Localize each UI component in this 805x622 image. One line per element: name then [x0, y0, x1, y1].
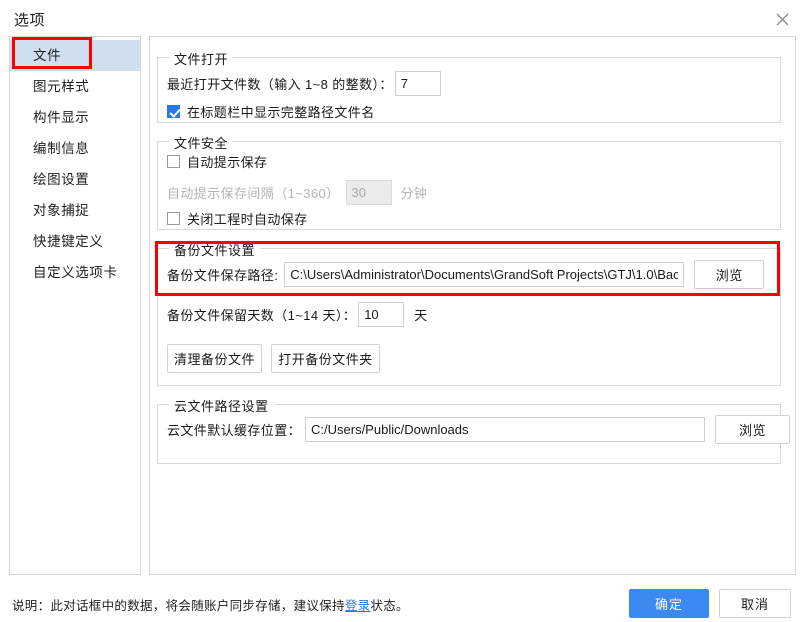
recent-files-label: 最近打开文件数（输入 1~8 的整数）： [167, 77, 393, 92]
cloud-cache-input[interactable] [305, 417, 706, 442]
recent-files-row: 最近打开文件数（输入 1~8 的整数）： [167, 71, 441, 96]
sidebar-item-compile-info[interactable]: 编制信息 [10, 133, 140, 164]
sidebar-item-object-snap[interactable]: 对象捕捉 [10, 195, 140, 226]
autosave-interval-unit: 分钟 [400, 186, 428, 201]
autosave-interval-row: 自动提示保存间隔（1~360） 分钟 [167, 180, 427, 205]
group-backup-legend: 备份文件设置 [169, 240, 261, 259]
autosave-on-close-label: 关闭工程时自动保存 [187, 212, 308, 227]
backup-retain-days-input[interactable] [358, 302, 405, 327]
autosave-prompt-checkbox-row[interactable]: 自动提示保存 [167, 152, 267, 171]
footer-note-suffix: 状态。 [370, 599, 409, 613]
sidebar-item-element-style[interactable]: 图元样式 [10, 71, 140, 102]
autosave-interval-input[interactable] [345, 180, 392, 205]
cloud-cache-browse-button[interactable]: 浏览 [715, 415, 791, 444]
backup-path-browse-button[interactable]: 浏览 [694, 260, 765, 289]
checkbox-icon-autosave-prompt[interactable] [167, 155, 180, 168]
backup-retain-days-label: 备份文件保留天数（1~14 天）： [167, 308, 357, 323]
dialog-titlebar: 选项 [0, 0, 805, 36]
sidebar-item-custom-tab[interactable]: 自定义选项卡 [10, 257, 140, 288]
sidebar-item-file[interactable]: 文件 [10, 40, 140, 71]
sidebar-item-component-display[interactable]: 构件显示 [10, 102, 140, 133]
autosave-on-close-checkbox-row[interactable]: 关闭工程时自动保存 [167, 209, 308, 228]
clean-backup-files-button[interactable]: 清理备份文件 [167, 344, 262, 373]
checkbox-icon-autosave-on-close[interactable] [167, 212, 180, 225]
footer-note-prefix: 说明：此对话框中的数据，将会随账户同步存储，建议保持 [12, 599, 345, 613]
group-file-open-legend: 文件打开 [169, 49, 234, 68]
sidebar-item-drawing-settings[interactable]: 绘图设置 [10, 164, 140, 195]
sidebar-nav: 文件 图元样式 构件显示 编制信息 绘图设置 对象捕捉 快捷键定义 自定义选项卡 [9, 36, 141, 575]
backup-actions-row: 清理备份文件 打开备份文件夹 [167, 344, 380, 373]
backup-retain-days-unit: 天 [414, 308, 428, 323]
backup-retain-days-row: 备份文件保留天数（1~14 天）： 天 [167, 302, 428, 327]
cancel-button[interactable]: 取消 [719, 589, 791, 618]
show-full-path-label: 在标题栏中显示完整路径文件名 [187, 105, 375, 120]
checkbox-icon-show-full-path[interactable] [167, 105, 180, 118]
open-backup-folder-button[interactable]: 打开备份文件夹 [271, 344, 380, 373]
dialog-title: 选项 [14, 12, 46, 29]
sidebar-item-shortcut-keys[interactable]: 快捷键定义 [10, 226, 140, 257]
footer-note: 说明：此对话框中的数据，将会随账户同步存储，建议保持登录状态。 [12, 595, 409, 614]
show-full-path-checkbox-row[interactable]: 在标题栏中显示完整路径文件名 [167, 102, 375, 121]
group-file-safety-legend: 文件安全 [169, 133, 234, 152]
close-icon[interactable] [765, 4, 799, 34]
backup-path-input[interactable] [284, 262, 685, 287]
ok-button[interactable]: 确定 [629, 589, 709, 618]
cloud-cache-label: 云文件默认缓存位置： [167, 423, 302, 438]
cloud-cache-row: 云文件默认缓存位置： 浏览 [167, 415, 791, 444]
recent-files-input[interactable] [394, 71, 441, 96]
group-cloud-legend: 云文件路径设置 [169, 396, 274, 415]
autosave-prompt-label: 自动提示保存 [187, 155, 268, 170]
autosave-interval-label: 自动提示保存间隔（1~360） [167, 186, 340, 201]
backup-path-row: 备份文件保存路径: 浏览 [167, 260, 765, 289]
backup-path-label: 备份文件保存路径: [167, 268, 279, 283]
login-link[interactable]: 登录 [345, 599, 371, 613]
